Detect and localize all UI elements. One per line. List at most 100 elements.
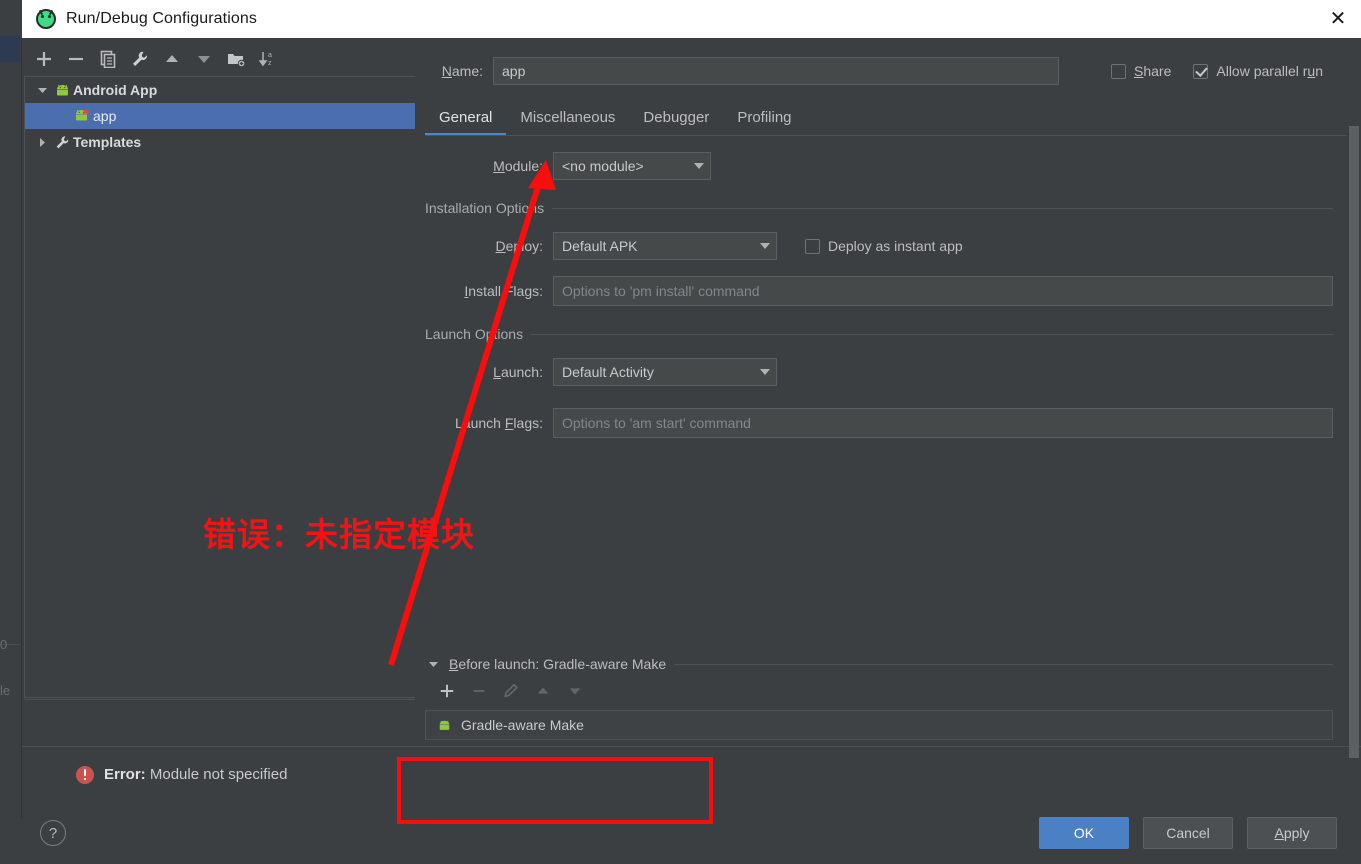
arrow-down-icon[interactable] [188, 45, 220, 73]
tab-miscellaneous[interactable]: Miscellaneous [506, 103, 629, 136]
content-scrollbar-track[interactable] [1347, 76, 1361, 628]
share-checkbox-box[interactable] [1111, 64, 1126, 79]
ok-button[interactable]: OK [1039, 817, 1129, 849]
module-dropdown[interactable]: <no module> [553, 152, 711, 180]
configurations-tree[interactable]: Android App [24, 76, 415, 698]
android-icon [51, 84, 73, 97]
name-label: Name: [415, 63, 483, 79]
module-row: Module: <no module> [425, 152, 1361, 180]
before-launch-title: Before launch: Gradle-aware Make [449, 656, 666, 672]
chevron-down-icon [760, 369, 770, 375]
deploy-as-instant-app-label: Deploy as instant app [828, 238, 963, 254]
launch-options-section: Launch Options [425, 326, 1361, 342]
before-launch-task-label: Gradle-aware Make [461, 717, 584, 733]
tree-item-android-app[interactable]: Android App [25, 77, 415, 103]
background-text-fragment-1: 0 [0, 637, 7, 652]
section-divider [674, 664, 1333, 665]
install-flags-label: Install Flags: [425, 283, 543, 299]
editor-tabs: General Miscellaneous Debugger Profiling [415, 94, 1361, 136]
apply-button[interactable]: Apply [1247, 817, 1337, 849]
allow-parallel-run-checkbox-box[interactable] [1193, 64, 1208, 79]
deploy-dropdown[interactable]: Default APK [553, 232, 777, 260]
installation-options-section: Installation Options [425, 200, 1361, 216]
allow-parallel-run-checkbox-label: Allow parallel run [1216, 63, 1323, 79]
remove-configuration-button[interactable] [60, 45, 92, 73]
dialog-footer: ? OK Cancel Apply [22, 802, 1361, 864]
folder-add-icon[interactable] [220, 45, 252, 73]
launch-dropdown[interactable]: Default Activity [553, 358, 777, 386]
add-task-button[interactable] [431, 678, 463, 704]
chevron-down-icon [760, 243, 770, 249]
before-launch-toolbar [425, 678, 1361, 704]
background-selected-tab [0, 36, 20, 62]
allow-parallel-run-checkbox[interactable]: Allow parallel run [1193, 63, 1323, 79]
module-label: Module: [425, 158, 543, 174]
configurations-toolbar: a z [22, 38, 415, 74]
launch-flags-row: Launch Flags: [425, 408, 1361, 438]
name-row: Name: Share Allow parallel run [415, 38, 1361, 88]
background-left-strip [0, 0, 22, 864]
error-message: Error: Module not specified [104, 766, 287, 783]
move-task-up-button [527, 678, 559, 704]
svg-text:z: z [268, 60, 272, 67]
error-circle-icon [76, 766, 94, 784]
svg-text:a: a [268, 52, 272, 59]
chevron-down-icon[interactable] [33, 85, 51, 96]
tree-item-templates[interactable]: Templates [25, 129, 415, 155]
android-error-icon [71, 109, 93, 123]
android-studio-icon [36, 9, 56, 29]
wrench-icon[interactable] [124, 45, 156, 73]
pencil-icon [495, 678, 527, 704]
tree-item-label: Android App [73, 82, 157, 98]
left-panel-divider [24, 699, 415, 700]
configurations-panel: a z [22, 38, 415, 746]
chevron-down-icon [694, 163, 704, 169]
launch-dropdown-value: Default Activity [562, 364, 654, 380]
deploy-as-instant-app-box[interactable] [805, 239, 820, 254]
chevron-down-icon[interactable] [425, 659, 441, 670]
sort-az-icon[interactable]: a z [252, 45, 284, 73]
arrow-up-icon[interactable] [156, 45, 188, 73]
general-tab-content: Module: <no module> Installation Options… [415, 136, 1361, 746]
remove-task-button [463, 678, 495, 704]
error-bar: Error: Module not specified [22, 746, 1361, 802]
installation-options-title: Installation Options [425, 200, 544, 216]
name-input[interactable] [493, 57, 1059, 85]
dialog-title: Run/Debug Configurations [66, 10, 257, 28]
launch-flags-input[interactable] [553, 408, 1333, 438]
help-button[interactable]: ? [40, 820, 66, 846]
background-text-fragment-2: le [0, 683, 10, 698]
copy-icon[interactable] [92, 45, 124, 73]
configuration-editor-panel: Name: Share Allow parallel run General M… [415, 38, 1361, 746]
close-icon[interactable]: ✕ [1315, 0, 1361, 38]
dialog-titlebar: Run/Debug Configurations ✕ [22, 0, 1361, 38]
tree-item-label: Templates [73, 134, 141, 150]
launch-row: Launch: Default Activity [425, 358, 1361, 386]
error-prefix: Error: [104, 766, 146, 783]
before-launch-task-list[interactable]: Gradle-aware Make [425, 710, 1333, 740]
deploy-row: Deploy: Default APK Deploy as instant ap… [425, 232, 1361, 260]
before-launch-header[interactable]: Before launch: Gradle-aware Make [425, 656, 1361, 672]
content-scrollbar-thumb[interactable] [1349, 126, 1359, 758]
launch-label: Launch: [425, 364, 543, 380]
share-checkbox-label: Share [1134, 63, 1171, 79]
chevron-right-icon[interactable] [33, 137, 51, 148]
tab-general[interactable]: General [425, 103, 506, 136]
deploy-as-instant-app-checkbox[interactable]: Deploy as instant app [805, 238, 963, 254]
tree-item-app[interactable]: app [25, 103, 415, 129]
add-configuration-button[interactable] [28, 45, 60, 73]
share-checkbox[interactable]: Share [1111, 63, 1171, 79]
install-flags-row: Install Flags: [425, 276, 1361, 306]
deploy-dropdown-value: Default APK [562, 238, 638, 254]
install-flags-input[interactable] [553, 276, 1333, 306]
section-divider [552, 208, 1333, 209]
cancel-button[interactable]: Cancel [1143, 817, 1233, 849]
wrench-icon [51, 135, 73, 150]
move-task-down-button [559, 678, 591, 704]
launch-options-title: Launch Options [425, 326, 523, 342]
tree-item-label: app [93, 108, 116, 124]
tab-profiling[interactable]: Profiling [723, 103, 805, 136]
run-debug-configurations-dialog: Run/Debug Configurations ✕ [22, 0, 1361, 864]
dialog-body: a z [22, 38, 1361, 746]
tab-debugger[interactable]: Debugger [629, 103, 723, 136]
